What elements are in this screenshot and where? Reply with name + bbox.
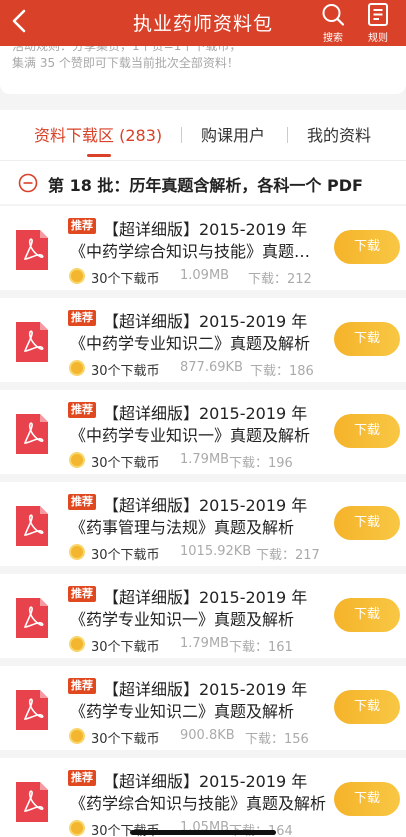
rules-label: 规则 xyxy=(368,33,388,44)
item-download-count: 下载：161 xyxy=(229,640,293,655)
item-price: 30个下载币 xyxy=(91,272,160,287)
tab-bar: 资料下载区 (283) 购课用户 我的资料 xyxy=(0,110,406,160)
list-item[interactable]: 推荐 【超详细版】2015-2019 年 《药学专业知识一》真题及解析 30个下… xyxy=(0,574,406,658)
rules-button[interactable]: 规则 xyxy=(358,2,398,44)
item-title-line-2: 《药学专业知识一》真题及解析 xyxy=(70,610,295,629)
item-file-size: 877.69KB xyxy=(180,360,243,375)
item-title-line-2: 《药学专业知识二》真题及解析 xyxy=(70,702,295,721)
recommended-badge: 推荐 xyxy=(68,770,96,786)
coin-icon xyxy=(69,820,85,836)
active-tab-indicator xyxy=(87,154,111,157)
tab-divider xyxy=(287,127,288,143)
list-item[interactable]: 推荐 【超详细版】2015-2019 年 《中药学专业知识二》真题及解析 30个… xyxy=(0,298,406,382)
item-price: 30个下载币 xyxy=(91,364,160,379)
pdf-file-icon xyxy=(16,598,48,638)
download-button[interactable]: 下载 xyxy=(334,598,400,632)
home-indicator xyxy=(130,830,276,835)
item-title-line-2: 《中药学专业知识二》真题及解析 xyxy=(70,334,311,353)
item-download-count: 下载：186 xyxy=(250,364,314,379)
coin-icon xyxy=(69,728,85,744)
download-button[interactable]: 下载 xyxy=(334,506,400,540)
item-download-count: 下载：217 xyxy=(256,548,320,563)
pdf-file-icon xyxy=(16,322,48,362)
item-download-count: 下载：196 xyxy=(229,456,293,471)
download-button[interactable]: 下载 xyxy=(334,230,400,264)
search-button[interactable]: 搜索 xyxy=(313,2,353,44)
pdf-file-icon xyxy=(16,506,48,546)
notice-line-1: 活动规则：分享集赞，1个赞=1个下载币， xyxy=(12,46,242,53)
item-title-line-2: 《药事管理与法规》真题及解析 xyxy=(70,518,295,537)
item-download-count: 下载：212 xyxy=(248,272,312,287)
item-title-line-1: 【超详细版】2015-2019 年 xyxy=(103,220,308,239)
item-title-line-1: 【超详细版】2015-2019 年 xyxy=(103,588,308,607)
batch-header[interactable]: 第 18 批：历年真题含解析，各科一个 PDF xyxy=(0,160,406,204)
tab-my-materials[interactable]: 我的资料 xyxy=(307,122,371,146)
item-title-line-2: 《中药学综合知识与技能》真题及解析 xyxy=(70,242,326,261)
download-button[interactable]: 下载 xyxy=(334,690,400,724)
rules-document-icon xyxy=(368,3,388,26)
coin-icon xyxy=(69,544,85,560)
item-title-line-1: 【超详细版】2015-2019 年 xyxy=(103,680,308,699)
collapse-minus-icon[interactable] xyxy=(18,173,38,193)
item-title-line-1: 【超详细版】2015-2019 年 xyxy=(103,312,308,331)
search-label: 搜索 xyxy=(323,33,343,44)
coin-icon xyxy=(69,636,85,652)
pdf-file-icon xyxy=(16,690,48,730)
notice-line-2: 集满 35 个赞即可下载当前批次全部资料！ xyxy=(12,56,239,70)
pdf-file-icon xyxy=(16,414,48,454)
pdf-file-icon xyxy=(16,230,48,270)
download-button[interactable]: 下载 xyxy=(334,414,400,448)
recommended-badge: 推荐 xyxy=(68,218,96,234)
pdf-file-icon xyxy=(16,782,48,822)
list-item[interactable]: 推荐 【超详细版】2015-2019 年 《中药学专业知识一》真题及解析 30个… xyxy=(0,390,406,474)
item-file-size: 1.09MB xyxy=(180,268,230,283)
recommended-badge: 推荐 xyxy=(68,586,96,602)
list-item[interactable]: 推荐 【超详细版】2015-2019 年 《药事管理与法规》真题及解析 30个下… xyxy=(0,482,406,566)
coin-icon xyxy=(69,452,85,468)
material-list: 推荐 【超详细版】2015-2019 年 《中药学综合知识与技能》真题及解析 3… xyxy=(0,206,406,837)
list-item[interactable]: 推荐 【超详细版】2015-2019 年 《中药学综合知识与技能》真题及解析 3… xyxy=(0,206,406,290)
item-file-size: 1.79MB xyxy=(180,452,230,467)
activity-rules-notice: 活动规则：分享集赞，1个赞=1个下载币， 集满 35 个赞即可下载当前批次全部资… xyxy=(0,46,406,94)
item-price: 30个下载币 xyxy=(91,732,160,747)
recommended-badge: 推荐 xyxy=(68,310,96,326)
recommended-badge: 推荐 xyxy=(68,402,96,418)
item-download-count: 下载：156 xyxy=(245,732,309,747)
item-title-line-1: 【超详细版】2015-2019 年 xyxy=(103,496,308,515)
item-file-size: 1.79MB xyxy=(180,636,230,651)
item-title-line-2: 《中药学专业知识一》真题及解析 xyxy=(70,426,311,445)
tab-course-users[interactable]: 购课用户 xyxy=(201,122,265,146)
item-price: 30个下载币 xyxy=(91,640,160,655)
item-title-line-1: 【超详细版】2015-2019 年 xyxy=(103,404,308,423)
download-button[interactable]: 下载 xyxy=(334,782,400,816)
download-button[interactable]: 下载 xyxy=(334,322,400,356)
item-file-size: 900.8KB xyxy=(180,728,235,743)
list-item[interactable]: 推荐 【超详细版】2015-2019 年 《药学专业知识二》真题及解析 30个下… xyxy=(0,666,406,750)
item-title-line-2: 《药学综合知识与技能》真题及解析 xyxy=(70,794,326,813)
app-header: 执业药师资料包 搜索 规则 xyxy=(0,0,406,46)
recommended-badge: 推荐 xyxy=(68,494,96,510)
search-icon xyxy=(322,4,345,26)
item-price: 30个下载币 xyxy=(91,456,160,471)
recommended-badge: 推荐 xyxy=(68,678,96,694)
tab-divider xyxy=(181,127,182,143)
coin-icon xyxy=(69,268,85,284)
coin-icon xyxy=(69,360,85,376)
batch-title: 第 18 批：历年真题含解析，各科一个 PDF xyxy=(48,176,363,195)
item-file-size: 1015.92KB xyxy=(180,544,252,559)
item-price: 30个下载币 xyxy=(91,548,160,563)
list-item[interactable]: 推荐 【超详细版】2015-2019 年 《药学综合知识与技能》真题及解析 30… xyxy=(0,758,406,837)
item-title-line-1: 【超详细版】2015-2019 年 xyxy=(103,772,308,791)
tab-downloads[interactable]: 资料下载区 (283) xyxy=(34,122,162,146)
